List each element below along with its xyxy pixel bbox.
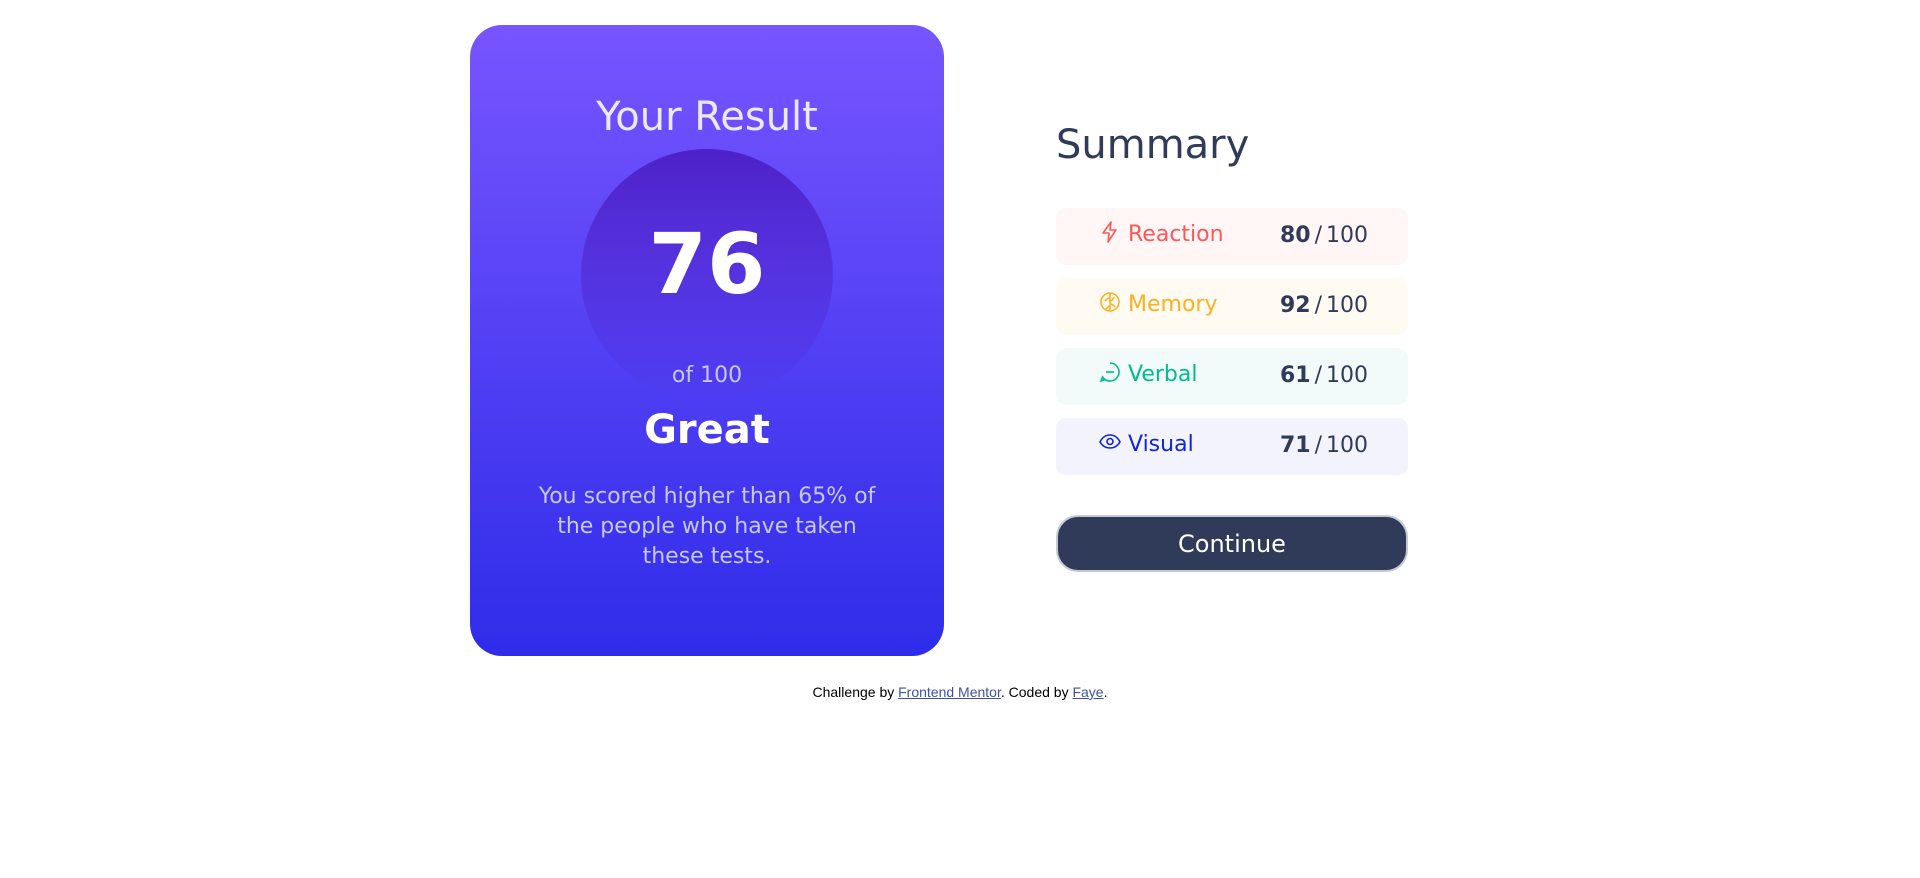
score-separator: / bbox=[1314, 223, 1322, 248]
summary-panel: Summary Reaction 80/100 Memory 92 / 100 … bbox=[1056, 120, 1408, 572]
summary-item-score: 71/100 bbox=[1280, 433, 1368, 458]
summary-item-label: Visual bbox=[1128, 432, 1194, 457]
summary-item-memory: Memory 92/100 bbox=[1056, 278, 1408, 335]
score-value: 92 bbox=[1279, 293, 1311, 318]
score-value: 80 bbox=[1279, 223, 1311, 248]
score-separator: / bbox=[1314, 363, 1322, 388]
summary-item-label: Reaction bbox=[1128, 222, 1224, 247]
continue-button[interactable]: Continue bbox=[1056, 515, 1408, 572]
result-card: Your Result 76 of 100 Great You scored h… bbox=[470, 25, 944, 656]
summary-item-reaction: Reaction 80/100 bbox=[1056, 208, 1408, 265]
score-total: 100 bbox=[1326, 293, 1368, 318]
score-description: You scored higher than 65% of the people… bbox=[538, 484, 876, 569]
score-value: 71 bbox=[1279, 433, 1311, 458]
author-link[interactable]: Faye bbox=[1072, 684, 1103, 700]
attribution-suffix: . bbox=[1103, 684, 1108, 700]
score-total: 100 bbox=[1326, 433, 1368, 458]
lightning-icon bbox=[1098, 220, 1122, 244]
score-out-of: of 100 bbox=[671, 363, 743, 388]
attribution-middle: . Coded by bbox=[1000, 684, 1073, 700]
result-title: Your Result bbox=[596, 94, 818, 140]
summary-item-score: 92/100 bbox=[1280, 293, 1368, 318]
summary-item-label: Memory bbox=[1128, 292, 1218, 317]
score-separator: / bbox=[1314, 433, 1322, 458]
brain-icon bbox=[1098, 290, 1122, 314]
score-rating: Great bbox=[644, 407, 770, 453]
summary-item-score: 80/100 bbox=[1280, 223, 1368, 248]
summary-item-visual: Visual 71/100 bbox=[1056, 418, 1408, 475]
frontend-mentor-link[interactable]: Frontend Mentor bbox=[898, 684, 1001, 700]
attribution-prefix: Challenge by bbox=[812, 684, 899, 700]
score-total: 100 bbox=[1326, 223, 1368, 248]
attribution: Challenge by Frontend Mentor. Coded by F… bbox=[0, 684, 1920, 700]
eye-icon bbox=[1098, 430, 1122, 454]
page: Your Result 76 of 100 Great You scored h… bbox=[0, 0, 1920, 878]
score-value: 76 bbox=[648, 215, 766, 313]
summary-item-label: Verbal bbox=[1128, 362, 1198, 387]
summary-title: Summary bbox=[1056, 122, 1250, 168]
speech-bubble-icon bbox=[1098, 360, 1122, 384]
summary-item-score: 61/100 bbox=[1280, 363, 1368, 388]
score-value: 61 bbox=[1279, 363, 1311, 388]
score-separator: / bbox=[1314, 293, 1322, 318]
score-total: 100 bbox=[1326, 363, 1368, 388]
summary-item-verbal: Verbal 61/100 bbox=[1056, 348, 1408, 405]
summary-list: Reaction 80/100 Memory 92/100 Verbal 61 … bbox=[1056, 208, 1408, 488]
